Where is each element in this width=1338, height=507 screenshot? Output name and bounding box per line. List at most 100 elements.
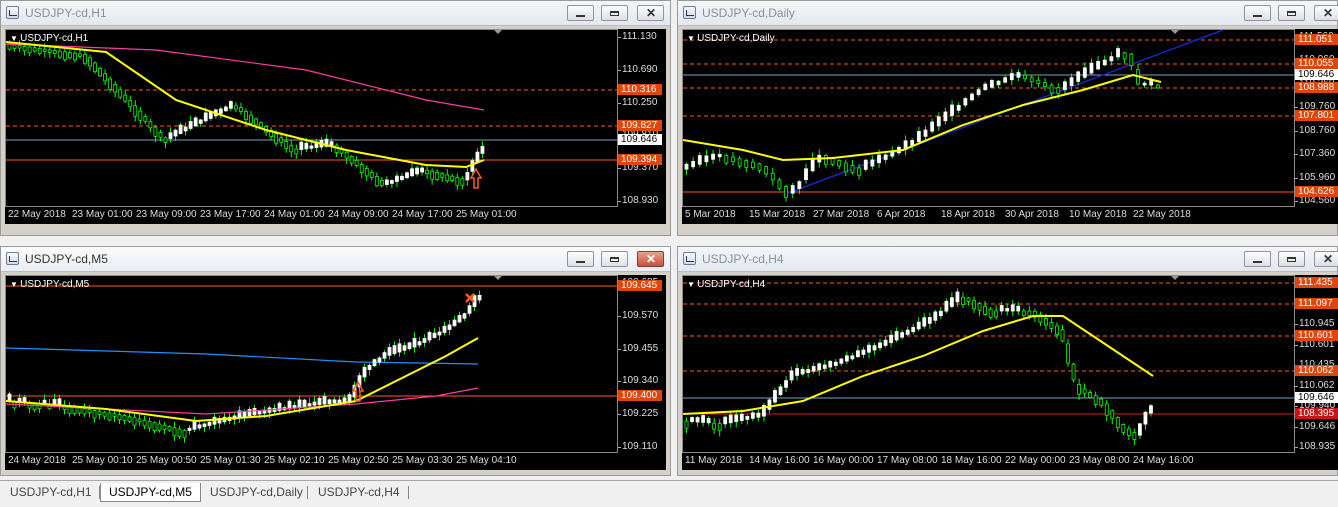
window-titlebar[interactable]: USDJPY-cd,M5 ✕ — [1, 247, 670, 272]
time-axis[interactable]: 22 May 2018 23 May 01:00 23 May 09:00 23 Ma… — [5, 207, 618, 224]
minimize-button[interactable] — [567, 5, 594, 21]
price-axis-label: 105.960 — [1299, 171, 1336, 183]
time-axis-label: 22 May 2018 — [1133, 209, 1191, 220]
close-button[interactable]: ✕ — [637, 5, 664, 21]
price-tick — [618, 201, 621, 202]
candle-bearish — [102, 411, 107, 417]
candle-bullish — [778, 386, 783, 396]
candle-bullish — [410, 168, 414, 177]
maximize-button[interactable] — [1278, 5, 1305, 21]
candle-bearish — [717, 423, 722, 432]
close-button[interactable]: ✕ — [637, 251, 664, 267]
window-titlebar[interactable]: USDJPY-cd,H4 ✕ — [678, 247, 1338, 272]
time-axis[interactable]: 5 Mar 2018 15 Mar 2018 27 Mar 2018 6 Apr 20… — [682, 207, 1295, 224]
candle-bullish — [1063, 81, 1067, 91]
chart-area[interactable]: USDJPY-cd,M5109.685109.570109.455109.340… — [5, 275, 666, 470]
plot-frame[interactable]: USDJPY-cd,H1 — [5, 29, 618, 207]
chart-window-m5[interactable]: USDJPY-cd,M5 ✕ USDJPY-cd,M5109.685109.57… — [0, 246, 671, 476]
minimize-button[interactable] — [567, 251, 594, 267]
candle-bearish — [67, 52, 72, 59]
price-tick — [618, 348, 621, 350]
candle-bullish — [327, 399, 332, 404]
candle-bearish — [153, 126, 158, 137]
ma-blue-line — [6, 347, 479, 365]
candle-bearish — [994, 310, 999, 318]
close-button[interactable]: ✕ — [1314, 251, 1338, 267]
chart-window-daily[interactable]: USDJPY-cd,Daily ✕ USDJPY-cd,Daily 111.560… — [677, 0, 1338, 236]
minimize-button[interactable] — [1244, 5, 1271, 21]
candle-bullish — [828, 360, 833, 368]
time-axis-label: 14 May 16:00 — [749, 455, 810, 466]
candle-bullish — [299, 141, 304, 150]
candle-bearish — [374, 176, 379, 187]
price-tick — [1295, 426, 1298, 428]
candle-bearish — [737, 158, 742, 167]
candle-bearish — [279, 137, 284, 143]
tab-usdjpy-h1[interactable]: USDJPY-cd,H1 — [2, 483, 100, 501]
maximize-button[interactable] — [1278, 251, 1305, 267]
candle-bearish — [128, 100, 133, 108]
candle-bearish — [1036, 79, 1041, 84]
time-axis-label: 22 May 00:00 — [1005, 455, 1066, 466]
tab-usdjpy-m5[interactable]: USDJPY-cd,M5 — [100, 483, 201, 502]
candle-bullish — [1142, 82, 1147, 86]
candle-bullish — [1010, 304, 1015, 312]
maximize-button[interactable] — [601, 5, 628, 21]
level-price-label: 108.988 — [1295, 82, 1338, 93]
price-axis[interactable]: 111.130110.690110.250109.810109.370108.9… — [618, 29, 666, 207]
plot-frame[interactable]: USDJPY-cd,H4 — [682, 275, 1295, 453]
minimize-button[interactable] — [1244, 251, 1271, 267]
time-axis[interactable]: 24 May 2018 25 May 00:10 25 May 00:50 25 Ma… — [5, 453, 618, 470]
candle-bullish — [1076, 71, 1081, 82]
time-axis[interactable]: 11 May 2018 14 May 16:00 16 May 00:00 17 Ma… — [682, 453, 1295, 470]
candle-bearish — [1043, 82, 1047, 87]
candle-bearish — [142, 419, 147, 427]
candle-bearish — [354, 159, 359, 166]
ma-fast-line — [6, 41, 485, 169]
time-axis-label: 6 Apr 2018 — [877, 209, 926, 220]
chart-window-h4[interactable]: USDJPY-cd,H4 ✕ USDJPY-cd,H4 111.435 111.09… — [677, 246, 1338, 476]
candle-bullish — [922, 317, 927, 327]
chart-area[interactable]: USDJPY-cd,H4 111.435 111.097 110.945110.601… — [682, 275, 1338, 470]
plot-frame[interactable]: USDJPY-cd,Daily — [682, 29, 1295, 207]
plot-frame[interactable]: USDJPY-cd,M5 — [5, 275, 618, 453]
candle-bearish — [103, 73, 107, 82]
candle-bullish — [701, 415, 705, 423]
current-price-label: 109.646 — [1295, 69, 1338, 80]
candle-bearish — [162, 424, 167, 430]
price-axis[interactable]: 109.685109.570109.455109.340109.225109.1… — [618, 275, 666, 453]
candle-bullish — [867, 344, 871, 353]
candle-bearish — [983, 305, 987, 315]
chart-window-h1[interactable]: USDJPY-cd,H1 ✕ USDJPY-cd,H1 111.130 110.69… — [0, 0, 671, 236]
candle-bullish — [916, 321, 921, 330]
tab-separator — [408, 486, 409, 499]
candle-bullish — [407, 342, 412, 350]
candle-bullish — [784, 380, 788, 388]
maximize-button[interactable] — [601, 251, 628, 267]
tab-usdjpy-h4[interactable]: USDJPY-cd,H4 — [310, 483, 408, 501]
price-tick — [1295, 177, 1298, 179]
candle-bearish — [22, 45, 27, 52]
price-axis[interactable]: 111.435111.097110.945110.601110.435110.0… — [1295, 275, 1338, 453]
chart-area[interactable]: USDJPY-cd,H1111.130110.690110.250109.810… — [5, 29, 666, 224]
candle-bearish — [123, 94, 128, 102]
window-titlebar[interactable]: USDJPY-cd,H1 ✕ — [1, 1, 670, 26]
candle-bullish — [192, 421, 197, 430]
candle-bullish — [402, 345, 407, 351]
tab-usdjpy-daily[interactable]: USDJPY-cd,Daily — [202, 483, 311, 501]
candle-bearish — [143, 116, 148, 122]
close-button[interactable]: ✕ — [1314, 5, 1338, 21]
chart-area[interactable]: USDJPY-cd,Daily 111.560110.960110.360109.… — [682, 29, 1338, 224]
time-axis-label: 27 Mar 2018 — [813, 209, 870, 220]
candle-bearish — [1071, 363, 1076, 381]
window-titlebar[interactable]: USDJPY-cd,Daily ✕ — [678, 1, 1338, 26]
candle-bullish — [797, 181, 802, 189]
current-price-label: 109.646 — [618, 134, 662, 145]
candle-bearish — [108, 78, 113, 90]
candle-bullish — [691, 161, 696, 168]
price-axis[interactable]: 111.560110.960110.360109.760108.760107.3… — [1295, 29, 1338, 207]
candle-bullish — [811, 366, 816, 372]
candle-bearish — [167, 426, 172, 431]
candle-bullish — [955, 291, 960, 303]
price-chart-svg — [683, 276, 1294, 446]
